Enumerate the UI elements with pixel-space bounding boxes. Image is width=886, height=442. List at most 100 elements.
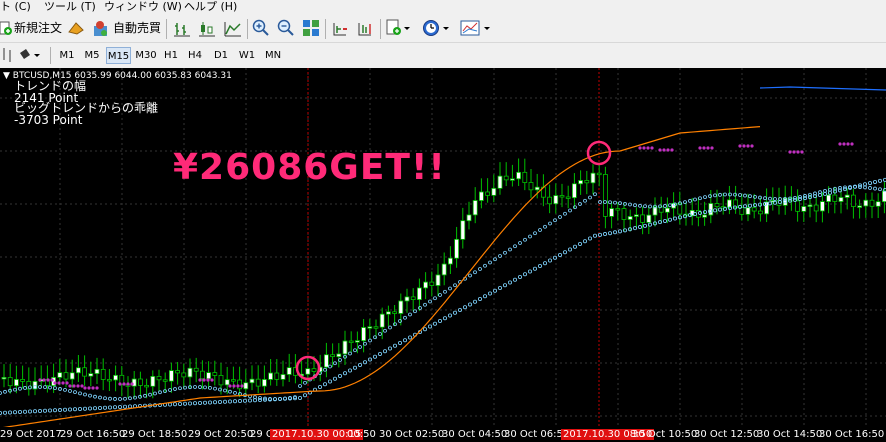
envelope-dot <box>98 405 103 410</box>
timeframe-h4[interactable]: H4 <box>185 47 205 64</box>
envelope-dot <box>242 398 247 403</box>
candle-body <box>584 180 590 184</box>
envelope-dot <box>387 346 392 351</box>
signal-dot <box>792 150 796 154</box>
candle-body <box>646 214 652 223</box>
timeframe-m1[interactable]: M1 <box>56 47 78 64</box>
envelope-dot <box>328 364 332 369</box>
signal-dot <box>670 148 674 152</box>
timeframe-h1[interactable]: H1 <box>161 47 181 64</box>
cursor-tool-icon[interactable] <box>2 47 16 63</box>
envelope-dot <box>643 204 647 209</box>
envelope-dot <box>603 232 608 237</box>
candle-body <box>745 207 751 215</box>
candle-body <box>367 326 373 329</box>
envelope-dot <box>402 338 407 343</box>
candle-body <box>113 374 118 381</box>
signal-dot <box>240 384 244 388</box>
tile-windows-icon[interactable] <box>302 19 320 37</box>
candle-body <box>714 203 720 208</box>
auto-trading-icon[interactable] <box>92 20 110 38</box>
envelope-dot <box>698 196 702 201</box>
envelope-dot <box>232 399 237 404</box>
main-toolbar: 新規注文 自動売買 <box>0 15 886 43</box>
price-chart[interactable]: ▼ BTCUSD,M15 6035.99 6044.00 6035.83 604… <box>0 68 886 442</box>
new-order-icon[interactable] <box>0 21 12 35</box>
envelope-dot <box>27 409 32 414</box>
time-label: 29 Oct 20:50 <box>188 429 254 440</box>
envelope-dot <box>78 391 82 396</box>
candle-body <box>534 186 540 191</box>
envelope-dot <box>613 230 618 235</box>
candlestick-icon[interactable] <box>198 20 216 38</box>
candle-body <box>181 372 187 378</box>
envelope-dot <box>558 215 562 219</box>
objects-dropdown[interactable] <box>18 47 44 63</box>
envelope-dot <box>438 293 442 297</box>
candle-body <box>212 372 218 376</box>
candle-body <box>491 187 497 196</box>
envelope-dot <box>123 404 128 409</box>
signal-dot <box>57 381 61 385</box>
envelope-dot <box>172 402 177 407</box>
envelope-dot <box>508 247 512 252</box>
envelope-dot <box>178 386 182 391</box>
time-label: 30 Oct 10:50 <box>632 429 698 440</box>
candle-body <box>801 206 807 212</box>
line-chart-icon[interactable] <box>224 20 242 38</box>
time-label: 00:50 <box>347 429 376 440</box>
candle-body <box>478 191 484 201</box>
envelope-dot <box>763 196 767 201</box>
timeframe-m5[interactable]: M5 <box>81 47 103 64</box>
metaeditor-icon[interactable] <box>67 20 85 36</box>
timeframe-m15[interactable]: M15 <box>106 47 131 64</box>
auto-scroll-icon[interactable] <box>331 20 349 38</box>
indicators-dropdown[interactable] <box>386 19 412 37</box>
signal-dot <box>206 378 210 382</box>
envelope-dot <box>548 258 553 263</box>
candle-body <box>20 379 26 382</box>
envelope-dot <box>507 280 512 285</box>
menu-item-tools[interactable]: ツール (T) <box>44 0 96 14</box>
envelope-dot <box>167 402 172 407</box>
candle-body <box>466 214 472 222</box>
menu-item-help[interactable]: ヘルプ (H) <box>184 0 237 14</box>
timeframe-mn[interactable]: MN <box>261 47 285 64</box>
timeframe-m30[interactable]: M30 <box>133 47 159 64</box>
zoom-out-icon[interactable] <box>277 19 295 37</box>
candle-body <box>528 182 534 191</box>
templates-dropdown[interactable] <box>460 19 492 37</box>
candle-body <box>708 203 714 216</box>
signal-dot <box>638 146 642 150</box>
envelope-dot <box>297 395 302 400</box>
timeframe-d1[interactable]: D1 <box>210 47 232 64</box>
signal-dot <box>838 142 842 146</box>
envelope-dot <box>472 299 477 304</box>
chart-shift-icon[interactable] <box>356 20 374 38</box>
periods-dropdown[interactable] <box>422 19 452 37</box>
candle-body <box>305 368 311 375</box>
zoom-in-icon[interactable] <box>252 19 270 37</box>
signal-dot <box>738 144 742 148</box>
envelope-dot <box>3 389 7 394</box>
envelope-dot <box>467 302 472 307</box>
envelope-dot <box>78 406 83 411</box>
menu-item-chart[interactable]: ト (C) <box>0 0 31 14</box>
envelope-dot <box>108 405 113 410</box>
timeframe-w1[interactable]: W1 <box>236 47 258 64</box>
candle-body <box>429 281 435 286</box>
envelope-dot <box>222 399 227 404</box>
menu-item-window[interactable]: ウィンドウ (W) <box>104 0 182 14</box>
candle-body <box>435 274 441 286</box>
envelope-dot <box>608 231 613 236</box>
auto-trading-button[interactable]: 自動売買 <box>113 15 161 42</box>
envelope-dot <box>713 208 718 213</box>
candle-body <box>336 353 342 358</box>
candle-body <box>63 372 69 380</box>
new-order-button[interactable]: 新規注文 <box>14 15 62 42</box>
envelope-dot <box>23 386 27 390</box>
envelope-dot <box>563 211 567 216</box>
envelope-dot <box>43 385 47 390</box>
bar-chart-icon[interactable] <box>173 20 191 38</box>
candle-body <box>311 368 317 372</box>
